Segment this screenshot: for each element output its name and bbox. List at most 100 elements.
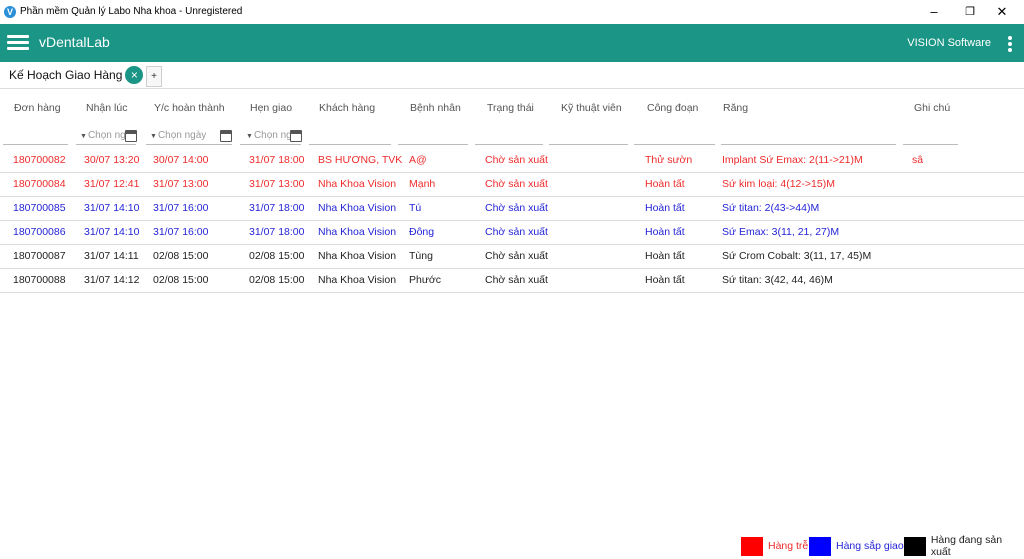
cell-received: 31/07 14:10 [84,202,140,214]
cell-received: 31/07 12:41 [84,178,140,190]
calendar-icon[interactable] [290,130,302,142]
legend-upcoming: Hàng sắp giao [809,536,904,556]
calendar-icon[interactable] [220,130,232,142]
cell-stage: Hoàn tất [645,202,685,214]
filter-teeth[interactable] [721,144,896,145]
cell-received: 31/07 14:12 [84,274,140,286]
legend-label-in-production: Hàng đang sản xuất [930,534,1003,558]
column-header-status[interactable]: Trạng thái [487,102,534,114]
table-row[interactable]: 180700087 31/07 14:11 02/08 15:00 02/08 … [0,244,1024,269]
menu-icon[interactable] [7,35,29,51]
cell-teeth: Implant Sứ Emax: 2(11->21)M [722,154,863,166]
legend-late: Hàng trễ [741,536,809,556]
cell-stage: Thử sườn [645,154,693,166]
filter-note[interactable] [903,144,958,145]
cell-required: 31/07 16:00 [153,202,209,214]
filter-delivery-date[interactable]: ▼Chọn ng [246,130,302,142]
cell-delivery: 02/08 15:00 [249,274,305,286]
filter-required-date[interactable]: ▼Chọn ngày [150,130,232,142]
cell-status: Chờ sản xuất [485,250,548,262]
cell-delivery: 02/08 15:00 [249,250,305,262]
table-row[interactable]: 180700082 30/07 13:20 30/07 14:00 31/07 … [0,148,1024,173]
column-header-order[interactable]: Đơn hàng [14,102,61,114]
cell-delivery: 31/07 18:00 [249,202,305,214]
legend-in-production: Hàng đang sản xuất [904,534,1024,558]
cell-order: 180700086 [13,226,66,238]
cell-patient: Đông [409,226,435,238]
column-header-teeth[interactable]: Răng [723,102,748,114]
cell-customer: Nha Khoa Vision [318,226,397,238]
table-row[interactable]: 180700086 31/07 14:10 31/07 16:00 31/07 … [0,220,1024,245]
cell-required: 30/07 14:00 [153,154,209,166]
cell-required: 31/07 16:00 [153,226,209,238]
cell-stage: Hoàn tất [645,250,685,262]
cell-required: 31/07 13:00 [153,178,209,190]
close-window-button[interactable]: ✕ [979,0,1024,24]
caret-down-icon: ▼ [80,133,87,140]
close-tab-icon[interactable]: × [125,66,144,84]
column-header-customer[interactable]: Khách hàng [319,102,375,114]
cell-status: Chờ sản xuất [485,274,548,286]
legend-swatch-upcoming [809,536,831,556]
column-header-note[interactable]: Ghi chú [914,102,950,114]
tab-strip: Kế Hoạch Giao Hàng × + [0,62,1024,89]
cell-patient: Tú [409,202,422,214]
app-name: vDentalLab [39,34,110,50]
legend-swatch-in-production [904,536,926,556]
filter-order[interactable] [3,144,68,145]
cell-note: sâ [912,154,924,166]
cell-delivery: 31/07 18:00 [249,154,305,166]
column-header-stage[interactable]: Công đoạn [647,102,698,114]
cell-status: Chờ sản xuất [485,154,548,166]
cell-received: 30/07 13:20 [84,154,140,166]
filter-stage[interactable] [634,144,715,145]
filter-patient[interactable] [398,144,468,145]
table-row[interactable]: 180700088 31/07 14:12 02/08 15:00 02/08 … [0,268,1024,293]
filter-placeholder: Chọn ngày [157,130,207,141]
legend-swatch-late [741,536,763,556]
more-options-icon[interactable] [1008,36,1012,52]
legend-label-upcoming: Hàng sắp giao [836,540,904,552]
cell-stage: Hoàn tất [645,226,685,238]
filter-underline [76,144,136,145]
table-row[interactable]: 180700085 31/07 14:10 31/07 16:00 31/07 … [0,196,1024,221]
cell-received: 31/07 14:11 [84,250,139,262]
calendar-icon[interactable] [125,130,137,142]
add-tab-button[interactable]: + [146,66,162,87]
window-titlebar: V Phần mềm Quản lý Labo Nha khoa - Unreg… [0,0,1024,24]
filter-placeholder: Chọn ng [87,130,126,141]
window-title: Phần mềm Quản lý Labo Nha khoa - Unregis… [20,6,243,17]
cell-patient: A@ [409,154,427,166]
column-header-received[interactable]: Nhận lúc [86,102,127,114]
cell-customer: BS HƯƠNG, TVK [318,154,403,166]
cell-customer: Nha Khoa Vision [318,274,397,286]
cell-order: 180700084 [13,178,66,190]
column-header-patient[interactable]: Bệnh nhân [410,102,461,114]
cell-teeth: Sứ Emax: 3(11, 21, 27)M [722,226,840,238]
column-header-required[interactable]: Y/c hoàn thành [154,102,225,114]
column-header-delivery[interactable]: Hẹn giao [250,102,292,114]
cell-customer: Nha Khoa Vision [318,178,397,190]
cell-patient: Mạnh [409,178,436,190]
caret-down-icon: ▼ [150,133,157,140]
filter-status[interactable] [475,144,543,145]
filter-technician[interactable] [549,144,628,145]
column-header-technician[interactable]: Kỹ thuật viên [561,102,622,114]
tab-delivery-plan[interactable]: Kế Hoạch Giao Hàng × [0,62,147,88]
app-bar: vDentalLab VISION Software [0,24,1024,62]
cell-teeth: Sứ titan: 2(43->44)M [722,202,820,214]
filter-customer[interactable] [309,144,391,145]
caret-down-icon: ▼ [246,133,253,140]
cell-patient: Tùng [409,250,433,262]
table-row[interactable]: 180700084 31/07 12:41 31/07 13:00 31/07 … [0,172,1024,197]
filter-underline [240,144,301,145]
cell-order: 180700087 [13,250,66,262]
cell-teeth: Sứ titan: 3(42, 44, 46)M [722,274,833,286]
cell-stage: Hoàn tất [645,178,685,190]
cell-required: 02/08 15:00 [153,250,209,262]
cell-teeth: Sứ kim loại: 4(12->15)M [722,178,835,190]
cell-teeth: Sứ Crom Cobalt: 3(11, 17, 45)M [722,250,872,262]
filter-received-date[interactable]: ▼Chọn ng [80,130,137,142]
cell-order: 180700082 [13,154,66,166]
legend-label-late: Hàng trễ [768,540,809,552]
